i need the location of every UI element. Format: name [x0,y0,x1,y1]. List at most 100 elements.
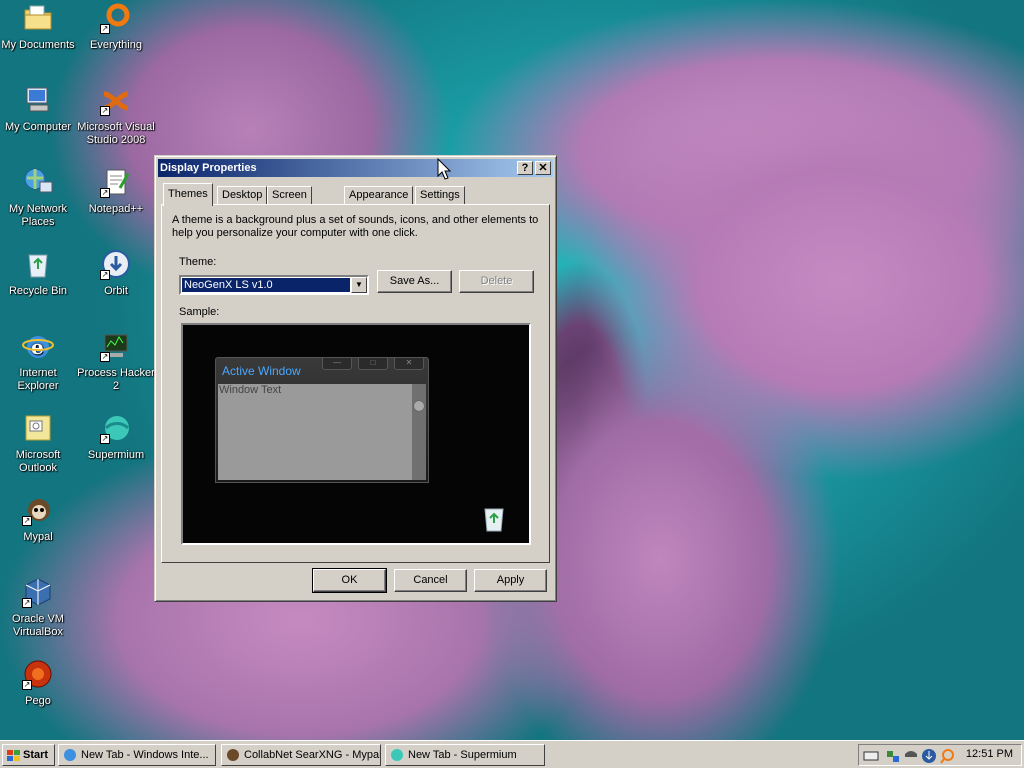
start-button[interactable]: Start [2,744,55,766]
virtualbox-icon: ↗ [22,576,54,608]
theme-sample-preview: Active Window — □ ✕ Window Text [181,323,531,545]
orbit-download-icon: ↗ [100,248,132,280]
desktop-icon-my-documents[interactable]: My Documents [0,2,78,52]
recycle-bin-icon [22,248,54,280]
sample-window-title: Active Window [222,364,301,378]
desktop-icon-pego[interactable]: ↗ Pego [0,658,78,708]
close-button[interactable]: ✕ [535,161,551,175]
sample-window-body: Window Text [218,384,412,480]
help-button[interactable]: ? [517,161,533,175]
internet-explorer-icon [63,748,77,762]
computer-icon [22,84,54,116]
sample-active-window: Active Window — □ ✕ Window Text [215,357,429,483]
tab-screen-saver[interactable]: Screen Saver [267,186,312,218]
chevron-down-icon[interactable]: ▼ [351,277,367,293]
desktop-icon-label: Supermium [87,449,145,461]
phone-icon[interactable] [903,748,919,764]
desktop-icon-notepadpp[interactable]: ↗ Notepad++ [76,166,156,216]
pego-icon: ↗ [22,658,54,690]
desktop-icon-supermium[interactable]: ↗ Supermium [76,412,156,462]
desktop-icon-label: Mypal [23,531,53,543]
internet-explorer-icon: e [22,330,54,362]
desktop-icon-label: Internet Explorer [17,367,59,392]
desktop-icon-everything[interactable]: ↗ Everything [76,2,156,52]
taskbar-item-label: New Tab - Windows Inte... [81,749,209,761]
keyboard-icon[interactable] [863,748,879,764]
shortcut-arrow-icon: ↗ [22,598,32,608]
taskbar-item-ie[interactable]: New Tab - Windows Inte... [58,744,216,766]
ok-button[interactable]: OK [312,568,387,593]
theme-description: A theme is a background plus a set of so… [172,214,539,239]
desktop-icon-virtualbox[interactable]: ↗ Oracle VM VirtualBox [0,576,78,639]
desktop-icon-recycle-bin[interactable]: Recycle Bin [0,248,78,298]
sample-scroll-thumb [413,400,425,412]
display-properties-dialog: Display Properties ? ✕ Themes Desktop Sc… [154,155,557,602]
visual-studio-icon: ↗ [100,84,132,116]
desktop-icon-label: Recycle Bin [8,285,68,297]
desktop-icon-my-network-places[interactable]: My Network Places [0,166,78,229]
taskbar-item-label: New Tab - Supermium [408,749,517,761]
desktop-icon-visual-studio[interactable]: ↗ Microsoft Visual Studio 2008 [76,84,156,147]
desktop-icon-label: Pego [25,695,51,707]
close-icon: ✕ [394,358,424,370]
orbit-download-icon[interactable] [921,748,937,764]
shortcut-arrow-icon: ↗ [100,352,110,362]
delete-button[interactable]: Delete [459,270,534,293]
mypal-icon [226,748,240,762]
windows-logo-icon [7,749,20,761]
svg-text:e: e [31,335,44,359]
supermium-icon: ↗ [100,412,132,444]
desktop-icon-label: Process Hacker 2 [77,367,155,392]
taskbar: Start New Tab - Windows Inte... CollabNe… [0,740,1024,768]
desktop-icon-process-hacker[interactable]: ↗ Process Hacker 2 [76,330,156,393]
network-places-icon [22,166,54,198]
shortcut-arrow-icon: ↗ [100,434,110,444]
taskbar-clock[interactable]: 12:51 PM [966,748,1013,760]
taskbar-item-mypal[interactable]: CollabNet SearXNG - Mypal [221,744,381,766]
shortcut-arrow-icon: ↗ [100,24,110,34]
cancel-button[interactable]: Cancel [394,569,467,592]
maximize-icon: □ [358,358,388,370]
sample-label: Sample: [179,306,220,318]
outlook-icon [22,412,54,444]
dialog-title: Display Properties [160,162,257,174]
desktop-icon-microsoft-outlook[interactable]: Microsoft Outlook [0,412,78,475]
desktop-icon-mypal[interactable]: ↗ Mypal [0,494,78,544]
theme-select-value: NeoGenX LS v1.0 [182,278,350,292]
shortcut-arrow-icon: ↗ [22,680,32,690]
everything-search-icon: ↗ [100,2,132,34]
tab-appearance[interactable]: Appearance [344,186,414,205]
desktop-icon-label: Notepad++ [88,203,144,215]
everything-search-icon[interactable] [939,748,955,764]
tab-themes[interactable]: Themes [163,183,213,206]
desktop-icon-label: My Computer [4,121,72,133]
desktop-icon-label: Everything [90,39,142,51]
tab-settings[interactable]: Settings [415,186,465,205]
desktop-icon-my-computer[interactable]: My Computer [0,84,78,134]
theme-select[interactable]: NeoGenX LS v1.0 ▼ [179,275,369,295]
desktop-icon-label: Oracle VM VirtualBox [12,613,64,638]
notepadpp-icon: ↗ [100,166,132,198]
process-hacker-icon: ↗ [100,330,132,362]
sample-window-text: Window Text [219,384,282,396]
tab-desktop[interactable]: Desktop [217,186,268,205]
mouse-cursor-icon [437,157,452,180]
desktop-icon-label: Microsoft Outlook [15,449,61,474]
recycle-bin-icon [481,505,507,533]
minimize-icon: — [322,358,352,370]
taskbar-item-supermium[interactable]: New Tab - Supermium [385,744,545,766]
desktop-icon-label: My Documents [1,39,75,51]
save-as-button[interactable]: Save As... [377,270,452,293]
supermium-icon [390,748,404,762]
shortcut-arrow-icon: ↗ [100,270,110,280]
start-label: Start [23,749,49,761]
desktop-icon-orbit[interactable]: ↗ Orbit [76,248,156,298]
shortcut-arrow-icon: ↗ [100,106,110,116]
apply-button[interactable]: Apply [474,569,547,592]
dialog-titlebar[interactable]: Display Properties ? ✕ [158,159,553,177]
folder-documents-icon [22,2,54,34]
network-icon[interactable] [885,748,901,764]
desktop-icon-internet-explorer[interactable]: e Internet Explorer [0,330,78,393]
desktop-icon-label: Microsoft Visual Studio 2008 [77,121,155,146]
system-tray: 12:51 PM [858,744,1022,766]
